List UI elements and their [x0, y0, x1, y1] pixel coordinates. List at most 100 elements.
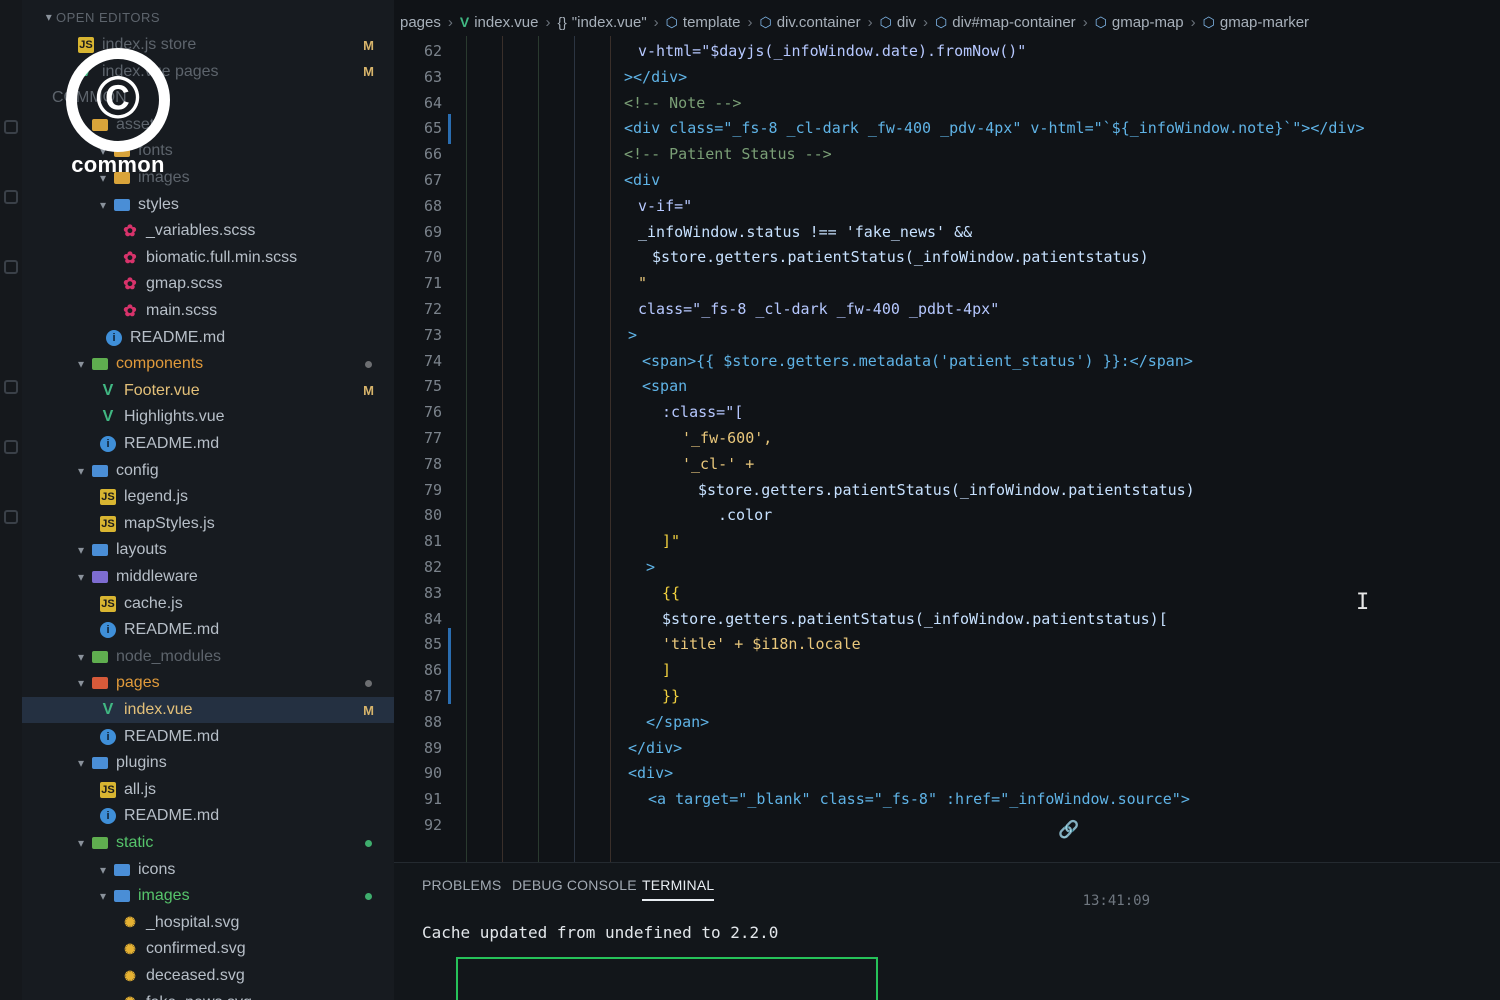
tree-item-label: node_modules — [116, 647, 221, 665]
tree-item-label: README.md — [124, 727, 220, 745]
chevron-down-icon: ▾ — [77, 357, 85, 372]
tree-item-label: Highlights.vue — [124, 408, 225, 426]
folder-blue-icon — [92, 544, 108, 557]
tree-file[interactable]: i README.md — [22, 431, 394, 457]
code-line: v-if=" — [638, 196, 693, 215]
tree-file[interactable]: JS legend.js — [22, 484, 394, 510]
git-status-badge: M — [363, 64, 374, 80]
js-file-icon: JS — [100, 595, 116, 612]
tree-folder[interactable]: ▾ middleware — [22, 564, 394, 590]
tree-item-label: _variables.scss — [146, 222, 256, 240]
tree-item-label: config — [116, 461, 159, 479]
tree-file[interactable]: i README.md — [22, 617, 394, 643]
chevron-down-icon: ▾ — [99, 197, 107, 212]
run-activity-icon[interactable] — [4, 260, 18, 274]
code-line: </span> — [646, 712, 710, 731]
folder-green-icon — [92, 837, 108, 849]
tree-folder[interactable]: ▾ styles — [22, 192, 394, 218]
common-logo: © common — [62, 48, 174, 180]
copyright-icon: © — [66, 48, 170, 152]
info-file-icon: i — [100, 436, 116, 452]
git-status-badge: M — [363, 383, 374, 399]
link-icon[interactable]: 🔗 — [1058, 820, 1079, 840]
code-line: $store.getters.patientStatus(_infoWindow… — [662, 609, 1168, 628]
tree-folder[interactable]: ▾ node_modules — [22, 644, 394, 670]
code-line: </div> — [628, 738, 683, 757]
tree-file[interactable]: i README.md — [22, 724, 394, 750]
tree-folder[interactable]: ▾ layouts — [22, 537, 394, 563]
code-line: <div — [624, 171, 661, 189]
folder-blue-icon — [114, 890, 130, 903]
tree-folder[interactable]: ▾ config — [22, 458, 394, 484]
tree-file[interactable]: JS cache.js — [22, 591, 394, 617]
tree-file[interactable]: ✿ gmap.scss — [22, 271, 394, 297]
tree-file[interactable]: i README.md — [22, 803, 394, 829]
code-line: <div class="_fs-8 _cl-dark _fw-400 _pdv-… — [624, 119, 1365, 138]
tab-terminal[interactable]: TERMINAL — [642, 877, 715, 901]
search-activity-icon[interactable] — [4, 120, 18, 134]
tree-folder[interactable]: ▾ images — [22, 883, 394, 909]
remote-activity-icon[interactable] — [4, 440, 18, 454]
chevron-down-icon: ▾ — [77, 676, 85, 691]
terminal-input-box[interactable] — [456, 957, 878, 1000]
tree-file[interactable]: ✺ _hospital.svg — [22, 910, 394, 936]
tree-folder[interactable]: ▾ plugins — [22, 750, 394, 776]
code-line: ]" — [662, 532, 681, 551]
scss-file-icon: ✿ — [123, 249, 137, 267]
tree-file[interactable]: ✺ deceased.svg — [22, 963, 394, 989]
tree-item-label: plugins — [116, 754, 167, 772]
tree-item-label: README.md — [124, 621, 220, 639]
code-editor[interactable]: pages › Vindex.vue ›{} "index.vue" › ⬡ template… — [394, 0, 1500, 862]
code-line: <span>{{ $store.getters.metadata('patien… — [642, 351, 1193, 370]
js-file-icon: JS — [100, 489, 116, 506]
code-line: class="_fs-8 _cl-dark _fw-400 _pdbt-4px" — [638, 300, 1000, 318]
chevron-down-icon: ▾ — [99, 889, 107, 904]
tree-item-label: deceased.svg — [146, 967, 245, 984]
tree-folder[interactable]: ▾ icons — [22, 857, 394, 883]
tree-file[interactable]: V Highlights.vue — [22, 404, 394, 430]
chevron-down-icon: ▾ — [99, 862, 107, 877]
vue-file-icon: V — [102, 701, 114, 718]
code-line: }} — [662, 687, 681, 705]
tree-file[interactable]: ✺ confirmed.svg — [22, 936, 394, 962]
tree-file[interactable]: JS all.js — [22, 777, 394, 803]
tree-item-label: legend.js — [124, 488, 189, 506]
tree-file[interactable]: ✿ _variables.scss — [22, 218, 394, 244]
folder-blue-icon — [114, 198, 130, 211]
bottom-panel: PROBLEMS DEBUG CONSOLE TERMINAL 13:41:09… — [394, 862, 1500, 1000]
tree-file[interactable]: ✿ biomatic.full.min.scss — [22, 245, 394, 271]
settings-activity-icon[interactable] — [4, 510, 18, 524]
tree-item-label: components — [116, 355, 204, 373]
tree-folder[interactable]: ▾ pages — [22, 670, 394, 696]
tree-item-label: middleware — [116, 568, 198, 585]
code-line: $store.getters.patientStatus(_infoWindow… — [652, 248, 1149, 267]
code-line: <!-- Note --> — [624, 93, 742, 112]
tree-file[interactable]: ✺ fake_news.svg — [22, 990, 394, 1000]
tree-file[interactable]: i README.md — [22, 325, 394, 351]
code-line: > — [628, 325, 638, 344]
tree-folder[interactable]: ▾ components — [22, 351, 394, 377]
code-line: $store.getters.patientStatus(_infoWindow… — [698, 480, 1195, 499]
source-control-activity-icon[interactable] — [4, 190, 18, 204]
code-line: <a target="_blank" class="_fs-8" :href="… — [648, 790, 1190, 809]
tree-item-label: fake_news.svg — [146, 994, 252, 1000]
logo-wordmark: common — [71, 152, 165, 177]
tree-item-label: biomatic.full.min.scss — [146, 248, 298, 266]
tree-item-label: static — [116, 834, 154, 851]
tree-item-label: cache.js — [124, 594, 183, 612]
tree-file[interactable]: V Footer.vue M — [22, 378, 394, 404]
code-lines: v-html="$dayjs(_infoWindow.date).fromNow… — [394, 0, 1500, 862]
extensions-activity-icon[interactable] — [4, 380, 18, 394]
tab-debug-console[interactable]: DEBUG CONSOLE — [512, 877, 637, 893]
chevron-down-icon: ▾ — [77, 463, 85, 478]
open-editors-header[interactable]: ▾ OPEN EDITORS — [22, 4, 394, 30]
tree-file[interactable]: ✿ main.scss — [22, 298, 394, 324]
tab-problems[interactable]: PROBLEMS — [422, 877, 501, 893]
tree-item-label: all.js — [124, 780, 157, 798]
tree-file[interactable]: JS mapStyles.js — [22, 511, 394, 537]
tree-item-label: icons — [138, 860, 176, 878]
tree-file[interactable]: Vindex.vue M — [22, 697, 394, 723]
terminal-timestamp: 13:41:09 — [1082, 893, 1150, 909]
svg-file-icon: ✺ — [122, 994, 138, 1000]
tree-folder[interactable]: ▾ static — [22, 830, 394, 856]
